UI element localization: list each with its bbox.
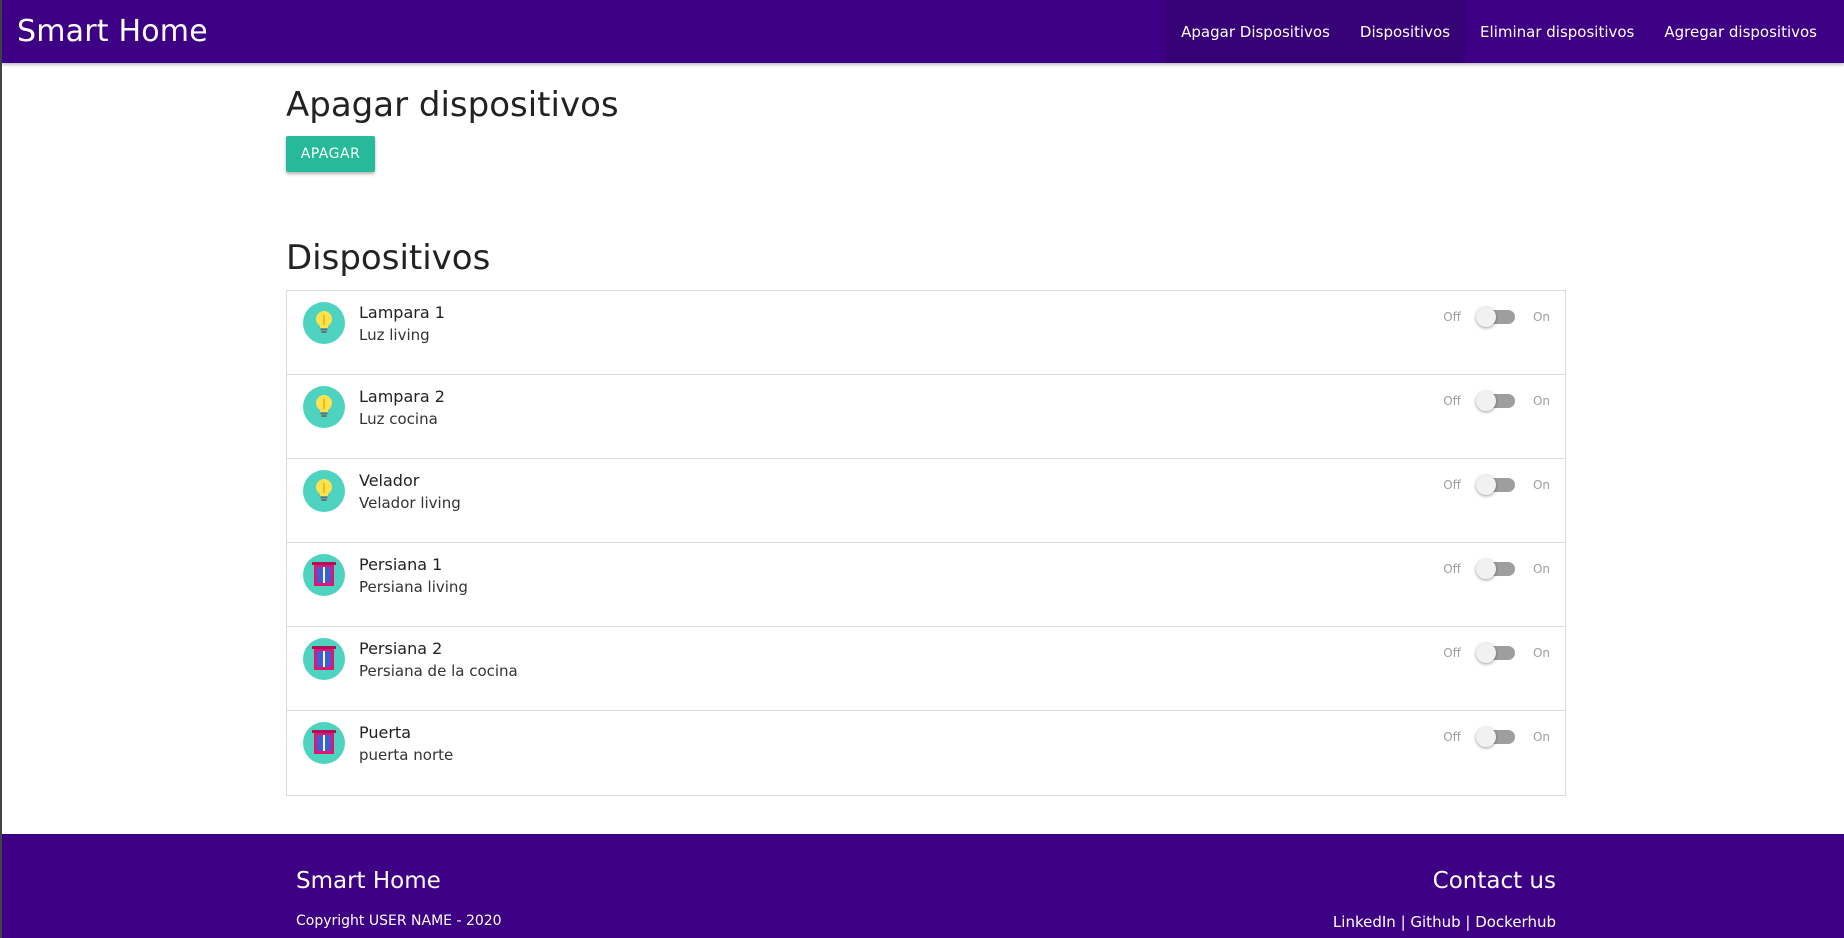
- device-row: Lampara 1 Luz living Off On: [287, 291, 1565, 375]
- toggle-thumb[interactable]: [1475, 475, 1496, 495]
- github-link[interactable]: Github: [1410, 913, 1460, 931]
- device-row: Persiana 1 Persiana living Off On: [287, 543, 1565, 627]
- toggle-thumb[interactable]: [1475, 307, 1496, 327]
- footer-title: Smart Home: [296, 868, 441, 894]
- device-description: puerta norte: [359, 746, 454, 764]
- brand-title[interactable]: Smart Home: [17, 14, 208, 49]
- lightbulb-icon: [303, 302, 345, 344]
- lightbulb-icon: [303, 386, 345, 428]
- linkedin-link[interactable]: LinkedIn: [1333, 913, 1396, 931]
- switch-on-label: On: [1532, 394, 1550, 408]
- device-row: Lampara 2 Luz cocina Off On: [287, 375, 1565, 459]
- link-separator: |: [1395, 913, 1411, 931]
- footer: Smart Home Copyright USER NAME - 2020 Co…: [2, 834, 1844, 938]
- device-name: Persiana 2: [359, 639, 443, 658]
- device-row: Velador Velador living Off On: [287, 459, 1565, 543]
- toggle-thumb[interactable]: [1475, 643, 1496, 663]
- device-name: Persiana 1: [359, 555, 443, 574]
- device-switch: Off On: [1443, 643, 1550, 663]
- apagar-button[interactable]: APAGAR: [286, 136, 375, 172]
- toggle-thumb[interactable]: [1475, 727, 1496, 747]
- device-description: Velador living: [359, 494, 461, 512]
- dispositivos-title: Dispositivos: [286, 238, 491, 278]
- contact-title: Contact us: [1432, 868, 1556, 894]
- switch-off-label: Off: [1443, 478, 1461, 492]
- navbar: Smart Home Apagar Dispositivos Dispositi…: [2, 0, 1844, 63]
- dockerhub-link[interactable]: Dockerhub: [1475, 913, 1556, 931]
- device-name: Lampara 2: [359, 387, 445, 406]
- toggle-switch[interactable]: [1475, 643, 1515, 663]
- nav-link-eliminar-dispositivos[interactable]: Eliminar dispositivos: [1465, 0, 1649, 63]
- contact-links: LinkedIn | Github | Dockerhub: [1333, 913, 1556, 931]
- device-switch: Off On: [1443, 475, 1550, 495]
- link-separator: |: [1460, 913, 1476, 931]
- device-description: Persiana living: [359, 578, 468, 596]
- nav-link-agregar-dispositivos[interactable]: Agregar dispositivos: [1649, 0, 1832, 63]
- device-name: Velador: [359, 471, 420, 490]
- nav-link-dispositivos[interactable]: Dispositivos: [1344, 0, 1466, 63]
- switch-on-label: On: [1532, 730, 1550, 744]
- nav-link-apagar-dispositivos[interactable]: Apagar Dispositivos: [1166, 0, 1345, 63]
- nav-links: Apagar Dispositivos Dispositivos Elimina…: [1166, 0, 1832, 63]
- device-switch: Off On: [1443, 727, 1550, 747]
- window-icon: [303, 638, 345, 680]
- device-switch: Off On: [1443, 307, 1550, 327]
- toggle-switch[interactable]: [1475, 559, 1515, 579]
- device-name: Lampara 1: [359, 303, 445, 322]
- toggle-switch[interactable]: [1475, 475, 1515, 495]
- window-icon: [303, 554, 345, 596]
- device-list: Lampara 1 Luz living Off On Lampara 2 Luz coc…: [286, 290, 1566, 796]
- device-row: Puerta puerta norte Off On: [287, 711, 1565, 795]
- apagar-title: Apagar dispositivos: [286, 85, 619, 125]
- lightbulb-icon: [303, 470, 345, 512]
- switch-on-label: On: [1532, 646, 1550, 660]
- switch-on-label: On: [1532, 310, 1550, 324]
- device-switch: Off On: [1443, 391, 1550, 411]
- switch-off-label: Off: [1443, 562, 1461, 576]
- toggle-thumb[interactable]: [1475, 391, 1496, 411]
- switch-off-label: Off: [1443, 646, 1461, 660]
- switch-on-label: On: [1532, 562, 1550, 576]
- switch-off-label: Off: [1443, 310, 1461, 324]
- toggle-switch[interactable]: [1475, 727, 1515, 747]
- toggle-switch[interactable]: [1475, 307, 1515, 327]
- window-icon: [303, 722, 345, 764]
- toggle-switch[interactable]: [1475, 391, 1515, 411]
- switch-on-label: On: [1532, 478, 1550, 492]
- device-row: Persiana 2 Persiana de la cocina Off On: [287, 627, 1565, 711]
- device-switch: Off On: [1443, 559, 1550, 579]
- footer-copyright: Copyright USER NAME - 2020: [296, 913, 502, 929]
- device-name: Puerta: [359, 723, 412, 742]
- switch-off-label: Off: [1443, 730, 1461, 744]
- device-description: Luz cocina: [359, 410, 438, 428]
- device-description: Persiana de la cocina: [359, 662, 518, 680]
- toggle-thumb[interactable]: [1475, 559, 1496, 579]
- device-description: Luz living: [359, 326, 430, 344]
- switch-off-label: Off: [1443, 394, 1461, 408]
